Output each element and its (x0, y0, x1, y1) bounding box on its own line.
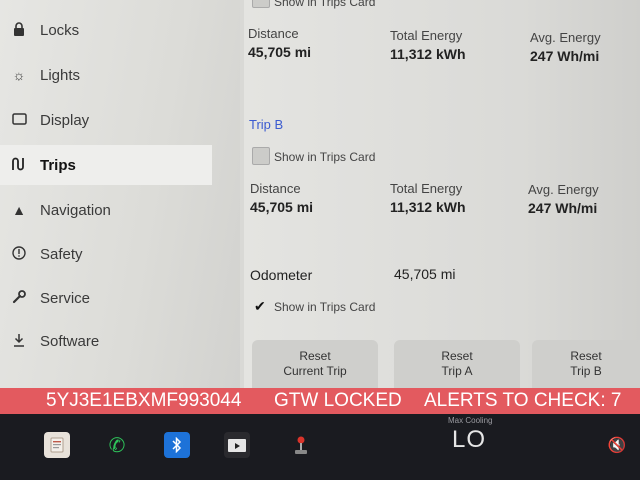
trip-b-avg-energy-label: Avg. Energy (528, 182, 599, 197)
trip-b-show-in-trips-card-label: Show in Trips Card (274, 150, 376, 164)
reset-button-line2: Trip B (570, 364, 602, 378)
odometer-label: Odometer (250, 267, 313, 283)
trip-b-total-energy-value: 11,312 kWh (390, 199, 466, 215)
distance-label: Distance (248, 26, 299, 41)
reset-button-line2: Current Trip (283, 364, 347, 378)
sidebar-item-label: Service (40, 289, 91, 307)
bluetooth-icon[interactable] (164, 432, 190, 458)
reset-button-line1: Reset (441, 349, 473, 363)
trip-b-show-in-trips-card-checkbox[interactable] (252, 147, 270, 165)
sidebar-item-lights[interactable]: ☼ Lights (0, 55, 212, 95)
lock-icon (8, 21, 30, 39)
odometer-value: 45,705 mi (394, 266, 456, 282)
alert-bar: 5YJ3E1EBXMF993044 GTW LOCKED ALERTS TO C… (0, 388, 640, 414)
vin-text: 5YJ3E1EBXMF993044 (46, 390, 242, 411)
odometer-show-in-trips-card-checkbox[interactable]: ✔ (254, 298, 266, 315)
reset-button-line2: Trip A (441, 364, 473, 378)
document-icon[interactable] (44, 432, 70, 458)
reset-trip-b-button[interactable]: Reset Trip B (532, 340, 640, 388)
trip-b-total-energy-label: Total Energy (390, 181, 463, 196)
trip-b-title: Trip B (249, 117, 284, 132)
sidebar-item-label: Navigation (40, 201, 111, 219)
sidebar-item-navigation[interactable]: ▲ Navigation (0, 190, 212, 230)
show-in-trips-card-label: Show in Trips Card (274, 0, 376, 9)
sidebar-item-software[interactable]: Software (0, 321, 212, 361)
distance-value: 45,705 mi (248, 44, 312, 60)
sidebar-item-label: Locks (40, 21, 80, 39)
trip-b-distance-value: 45,705 mi (250, 199, 314, 215)
show-in-trips-card-checkbox[interactable] (252, 0, 270, 8)
trip-b-avg-energy-value: 247 Wh/mi (528, 200, 598, 216)
settings-sidebar: Locks ☼ Lights Display Trips ▲ Navigatio… (0, 0, 240, 388)
odometer-show-in-trips-card-label: Show in Trips Card (274, 300, 376, 314)
display-icon (8, 112, 30, 128)
sidebar-item-display[interactable]: Display (0, 100, 212, 140)
climate-temperature[interactable]: LO (452, 426, 486, 454)
sidebar-item-label: Lights (40, 66, 81, 84)
reset-trip-a-button[interactable]: Reset Trip A (394, 340, 520, 388)
trips-panel: Show in Trips Card Distance 45,705 mi To… (244, 0, 640, 388)
reset-button-line1: Reset (570, 349, 602, 363)
total-energy-value: 11,312 kWh (390, 46, 466, 62)
alerts-count-text: ALERTS TO CHECK: 7 (424, 390, 622, 411)
taskbar: ✆ 🔇 (0, 414, 640, 480)
media-icon[interactable] (224, 432, 250, 458)
reset-button-line1: Reset (299, 349, 331, 363)
download-icon (8, 333, 30, 350)
avg-energy-value: 247 Wh/mi (530, 48, 600, 64)
reset-current-trip-button[interactable]: Reset Current Trip (252, 340, 378, 388)
sidebar-item-label: Software (40, 332, 100, 350)
sidebar-item-trips[interactable]: Trips (0, 145, 212, 185)
climate-caption: Max Cooling (448, 416, 493, 425)
sidebar-item-safety[interactable]: Safety (0, 234, 212, 274)
sidebar-item-locks[interactable]: Locks (0, 10, 212, 50)
sidebar-item-service[interactable]: Service (0, 278, 212, 318)
trip-b-distance-label: Distance (250, 181, 301, 196)
navigation-arrow-icon: ▲ (12, 202, 26, 218)
sun-icon: ☼ (12, 67, 26, 83)
wrench-icon (8, 289, 30, 307)
volume-muted-icon[interactable]: 🔇 (604, 432, 630, 458)
total-energy-label: Total Energy (390, 28, 463, 43)
sidebar-item-label: Display (40, 111, 90, 129)
joystick-icon[interactable] (288, 432, 314, 458)
trips-icon (8, 157, 30, 174)
safety-icon (8, 245, 30, 263)
gateway-status-text: GTW LOCKED (274, 390, 402, 411)
avg-energy-label: Avg. Energy (530, 30, 601, 45)
sidebar-item-label: Trips (40, 156, 76, 174)
sidebar-item-label: Safety (40, 245, 83, 263)
phone-icon[interactable]: ✆ (104, 432, 130, 458)
